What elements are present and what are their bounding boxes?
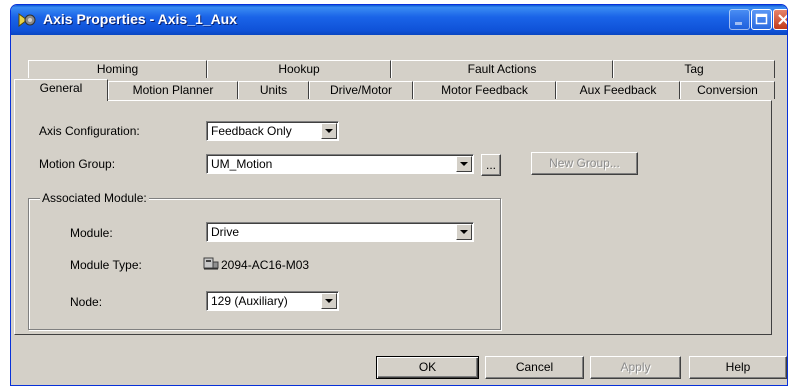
maximize-button[interactable]	[751, 9, 772, 30]
close-button[interactable]	[773, 9, 787, 30]
tab-drive-motor[interactable]: Drive/Motor	[309, 81, 413, 99]
window-title: Axis Properties - Axis_1_Aux	[43, 11, 238, 27]
axis-configuration-label: Axis Configuration:	[39, 124, 140, 138]
cancel-button[interactable]: Cancel	[485, 356, 584, 379]
axis-icon	[18, 13, 36, 27]
maximize-icon	[755, 13, 768, 25]
node-select[interactable]: 129 (Auxiliary)	[206, 291, 339, 311]
module-type-value: 2094-AC16-M03	[221, 258, 310, 272]
apply-button[interactable]: Apply	[590, 356, 681, 379]
chevron-down-icon[interactable]	[321, 293, 337, 309]
motion-group-select[interactable]: UM_Motion	[206, 154, 474, 174]
browse-motion-group-button[interactable]: ...	[481, 154, 501, 176]
tab-units[interactable]: Units	[238, 81, 309, 99]
tab-hookup[interactable]: Hookup	[207, 60, 391, 78]
title-bar[interactable]: Axis Properties - Axis_1_Aux	[11, 5, 787, 35]
minimize-icon	[735, 22, 742, 25]
axis-configuration-select[interactable]: Feedback Only	[206, 121, 339, 141]
new-group-button[interactable]: New Group...	[531, 152, 638, 175]
ok-button[interactable]: OK	[376, 356, 479, 379]
tab-fault-actions[interactable]: Fault Actions	[391, 60, 613, 78]
module-select[interactable]: Drive	[206, 222, 474, 242]
tab-conversion[interactable]: Conversion	[680, 81, 775, 99]
node-label: Node:	[70, 295, 103, 309]
tab-tag[interactable]: Tag	[613, 60, 775, 78]
motion-group-label: Motion Group:	[39, 157, 116, 171]
chevron-down-icon[interactable]	[456, 156, 472, 172]
chevron-down-icon[interactable]	[456, 224, 472, 240]
module-label: Module:	[70, 226, 113, 240]
tab-motor-feedback[interactable]: Motor Feedback	[413, 81, 556, 99]
minimize-button[interactable]	[729, 9, 750, 30]
help-button[interactable]: Help	[689, 356, 787, 379]
chevron-down-icon[interactable]	[321, 123, 337, 139]
module-type-label: Module Type:	[70, 258, 142, 272]
associated-module-legend: Associated Module:	[40, 191, 149, 205]
tab-aux-feedback[interactable]: Aux Feedback	[556, 81, 680, 99]
tab-homing[interactable]: Homing	[28, 60, 207, 78]
module-icon	[203, 257, 219, 270]
tab-general[interactable]: General	[14, 79, 108, 101]
close-icon	[778, 14, 787, 25]
tab-motion-planner[interactable]: Motion Planner	[108, 81, 238, 99]
